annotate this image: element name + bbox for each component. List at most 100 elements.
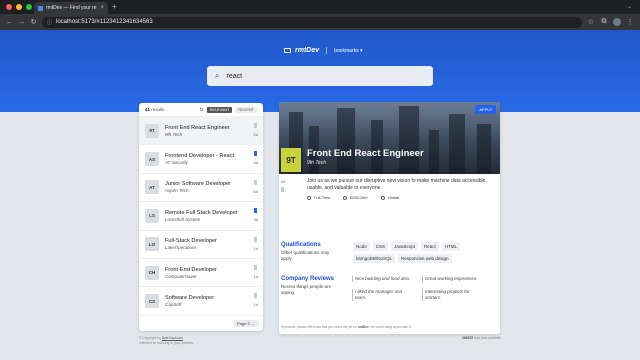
bookmark-icon[interactable] [254, 293, 258, 299]
site-info-icon[interactable]: ⓘ [47, 19, 52, 26]
globe-icon [380, 195, 385, 200]
job-list-item-meta: 1d [254, 236, 258, 251]
footnote-text-end: , we would really appreciate it! [368, 325, 412, 329]
company-badge: CS [145, 294, 159, 309]
browser-tab[interactable]: rmtDev — Find your remote d × [34, 2, 108, 14]
job-list-item[interactable]: LS Remote Full Stack Developer Lockshelf… [139, 202, 263, 231]
chip-salary: $105,000+ [342, 195, 369, 200]
close-tab-icon[interactable]: × [100, 5, 104, 11]
profile-avatar[interactable] [613, 18, 621, 26]
job-list-item-meta: 1d [253, 264, 258, 279]
job-list-item[interactable]: AT Junior Software Developer Aspen Tech … [139, 174, 263, 203]
total-jobs-count: 396925 [461, 336, 473, 340]
job-list-item-company: AT Security [165, 160, 188, 166]
apply-button[interactable]: APPLY [475, 105, 496, 114]
job-list-item-age: 1d [253, 302, 258, 308]
job-list-item-company: Aspen Tech [165, 188, 189, 194]
extensions-icon[interactable]: ⧉ [600, 18, 608, 26]
total-jobs: 396925 total jobs available [462, 336, 501, 340]
qualification-tag: MongoDB/NoSQL [353, 254, 396, 263]
job-list: 9T Front End React Engineer 9th Tech 2d … [139, 117, 263, 316]
job-list-item-meta: 1d [254, 293, 258, 307]
bookmarks-button[interactable]: bookmarks ▾ [334, 48, 362, 54]
results-count-label: results [151, 107, 165, 112]
job-list-item-age: 4d [253, 160, 258, 166]
url-text: localhost:5173/#1123412341634563 [56, 19, 153, 25]
review-item: Interesting projects for starters. [422, 289, 484, 301]
job-list-item-text: Front-End Developer ComputerHaver [165, 267, 217, 279]
chip-location: Global [380, 195, 400, 200]
job-company: 9th Tech [307, 160, 326, 166]
job-description: Join us as we pursue our disruptive new … [307, 178, 487, 191]
sort-relevant-button[interactable]: RELEVANT [206, 106, 233, 113]
job-list-item-company: Lockshelf System [165, 216, 201, 222]
window-controls [6, 4, 32, 10]
job-list-item-company: 9th Tech [165, 131, 183, 137]
maximize-window-button[interactable] [26, 4, 32, 10]
logo[interactable]: rmtDev bookmarks ▾ [284, 47, 362, 54]
bookmark-star-icon[interactable]: ☆ [587, 18, 595, 26]
clock-icon [307, 195, 311, 200]
job-list-item-text: Frontend Developer - React AT Security [165, 153, 234, 165]
qualification-tag: Node [353, 242, 370, 251]
qualification-tag: HTML [441, 242, 461, 251]
minimize-window-button[interactable] [16, 4, 22, 10]
back-icon[interactable]: ← [6, 19, 13, 26]
review-item: Great working experience. [422, 276, 484, 282]
bookmark-icon[interactable] [254, 208, 258, 214]
results-count-number: 41 [145, 107, 151, 112]
job-list-item-title: Junior Software Developer [165, 181, 231, 188]
job-list-item-age: 3d [253, 217, 258, 223]
logo-text: rmtDev [295, 47, 320, 54]
qualifications-description: Other qualifications may apply [281, 250, 330, 261]
job-list-item-text: Front End React Engineer 9th Tech [165, 125, 230, 137]
job-list-item[interactable]: CH Front-End Developer ComputerHaver 1d [139, 259, 263, 288]
sort-recent-button[interactable]: RECENT [235, 106, 257, 113]
bookmark-icon[interactable] [254, 264, 258, 270]
job-info-chips: Full-Time $105,000+ Global [307, 195, 399, 200]
copyright-link[interactable]: ByteGrad.com [162, 336, 183, 340]
reload-icon[interactable]: ↻ [30, 18, 37, 26]
bookmark-icon[interactable] [254, 179, 258, 185]
browser-tab-bar: rmtDev — Find your remote d × + ⌄ [0, 0, 640, 14]
job-list-item[interactable]: 9T Front End React Engineer 9th Tech 2d [139, 117, 263, 146]
job-list-item-age: 1d [253, 273, 258, 279]
pagination-next-button[interactable]: Page 2 → [233, 320, 259, 327]
bookmark-icon[interactable] [254, 151, 258, 157]
bookmark-icon[interactable] [254, 236, 258, 242]
job-list-item[interactable]: AS Frontend Developer - React AT Securit… [139, 145, 263, 174]
qualification-tag: JavaScript [391, 242, 419, 251]
review-item: Nice building and food also. [352, 276, 414, 282]
forward-icon[interactable]: → [18, 19, 25, 26]
browser-menu-icon[interactable]: ⋮ [626, 18, 634, 26]
tab-search-chevron-icon[interactable]: ⌄ [627, 3, 632, 10]
job-list-item-text: Software Developer CapSoft [165, 295, 214, 307]
job-list-panel: 41 results ⇅ RELEVANT RECENT 9T Front En… [139, 103, 263, 331]
url-field[interactable]: ⓘ localhost:5173/#1123412341634563 [42, 16, 582, 28]
job-detail-panel: APPLY 9T Front End React Engineer 9th Te… [279, 102, 500, 334]
divider [326, 47, 328, 54]
chip-duration-text: Full-Time [314, 195, 331, 200]
qualification-tag: React [421, 242, 439, 251]
search-input[interactable] [226, 72, 407, 80]
logo-icon [284, 48, 291, 53]
new-tab-icon[interactable]: + [112, 2, 117, 12]
reviews-description: Recent things people are saying [281, 284, 332, 295]
close-window-button[interactable] [6, 4, 12, 10]
reviews-list: Nice building and food also. Great workin… [352, 276, 492, 301]
tab-title: rmtDev — Find your remote d [46, 5, 97, 11]
job-list-item-company: LakeOperations [165, 245, 197, 251]
job-list-item[interactable]: LO Full-Stack Developer LakeOperations 1… [139, 231, 263, 259]
job-list-item-company: CapSoft [165, 302, 182, 308]
job-list-item[interactable]: CS Software Developer CapSoft 1d [139, 287, 263, 316]
favicon-icon [38, 5, 43, 11]
money-icon [342, 195, 347, 200]
bookmark-icon[interactable] [254, 123, 258, 128]
job-list-item-title: Front-End Developer [165, 266, 217, 273]
job-list-item-title: Full-Stack Developer [165, 238, 217, 245]
review-item: I liked the manager and team. [352, 289, 414, 301]
reviews-section: Company Reviews Recent things people are… [281, 276, 497, 301]
copyright-text: © Copyright by [139, 336, 162, 340]
bookmark-icon[interactable] [281, 187, 284, 192]
chip-location-text: Global [387, 195, 400, 200]
